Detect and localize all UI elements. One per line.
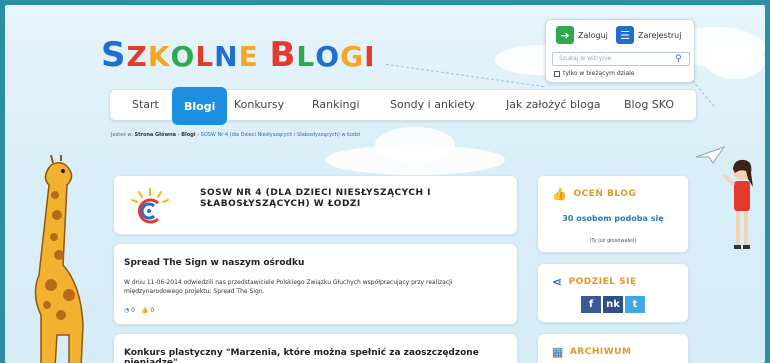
school-logo-icon	[131, 188, 169, 224]
post-excerpt: W dniu 11-06-2014 odwiedzili nas przedst…	[124, 279, 453, 295]
nav-item-jak-zalozyc[interactable]: Jak założyć bloga	[506, 98, 601, 111]
rate-blog-widget: 👍 OCEŃ BLOG 30 osobom podoba się (Ty już…	[537, 175, 689, 253]
breadcrumb-home[interactable]: Strona Główna	[134, 132, 176, 138]
nav-item-blog-sko[interactable]: Blog SKO	[624, 98, 674, 111]
nav-item-start[interactable]: Start	[132, 98, 159, 111]
post-title[interactable]: Spread The Sign w naszym ośrodku	[124, 258, 304, 268]
rate-note: (Ty już głosowałeś)	[589, 238, 637, 244]
comment-icon: ◔	[124, 307, 130, 314]
breadcrumb-separator: ›	[177, 132, 180, 138]
breadcrumb: Jesteś w: Strona Główna › Blogi › SOSW N…	[111, 132, 360, 138]
likes-value: 0	[150, 307, 155, 314]
rate-blog-title: OCEŃ BLOG	[573, 189, 637, 199]
search-scope-option[interactable]: tylko w bieżącym dziale	[554, 70, 634, 77]
post-meta: ◔ 0 👍 0	[124, 307, 154, 314]
archive-heading: ▦ ARCHIWUM	[552, 345, 631, 359]
logo-letter: K	[147, 40, 171, 73]
cloud	[325, 145, 505, 175]
facebook-share-button[interactable]: f	[581, 296, 601, 313]
thumbs-up-icon: 👍	[552, 187, 568, 201]
logo-letter: B	[269, 35, 297, 75]
girl-illustration	[722, 159, 753, 249]
calendar-icon: ▦	[552, 345, 564, 359]
twitter-share-button[interactable]: t	[625, 296, 645, 313]
nav-item-blogi[interactable]: Blogi	[172, 87, 228, 125]
main-nav: Start Blogi Konkursy Rankingi Sondy i an…	[109, 87, 697, 125]
share-buttons: f nk t	[581, 296, 645, 313]
blog-post: Konkurs plastyczny "Marzenia, które możn…	[113, 333, 518, 363]
nk-share-button[interactable]: nk	[603, 296, 623, 313]
logo-letter: S	[101, 35, 127, 75]
site-logo[interactable]: SZKOLNE BLOGI	[101, 35, 376, 75]
rate-likes-count: 30 osobom podoba się	[562, 214, 664, 223]
page: SZKOLNE BLOGI ➔ Zaloguj ☰ Zarejestruj Sz…	[5, 5, 765, 363]
logo-letter: E	[238, 40, 259, 73]
search-scope-checkbox[interactable]	[554, 70, 560, 77]
logo-letter: O	[315, 40, 341, 73]
post-title[interactable]: Konkurs plastyczny "Marzenia, które możn…	[124, 348, 517, 363]
blog-post: Spread The Sign w naszym ośrodku W dniu …	[113, 243, 518, 325]
logo-letter: I	[364, 40, 376, 73]
thumbs-up-icon: 👍	[141, 307, 149, 314]
logo-letter: L	[296, 40, 316, 73]
breadcrumb-blogs[interactable]: Blogi	[181, 132, 195, 138]
share-widget: ⋖ PODZIEL SIĘ f nk t	[537, 263, 689, 323]
comments-count[interactable]: ◔ 0	[124, 307, 135, 314]
archive-title: ARCHIWUM	[569, 347, 632, 357]
search-icon[interactable]: ⚲	[675, 54, 685, 64]
nav-item-sondy[interactable]: Sondy i ankiety	[390, 98, 475, 111]
search-scope-label: tylko w bieżącym dziale	[563, 70, 635, 77]
archive-widget: ▦ ARCHIWUM	[537, 333, 689, 363]
blog-title: SOSW NR 4 (DLA DZIECI NIESŁYSZĄCYCH I SŁ…	[200, 188, 431, 209]
login-icon: ➔	[556, 26, 574, 44]
logo-letter: O	[170, 40, 196, 73]
giraffe-illustration	[34, 155, 84, 363]
logo-letter: G	[340, 40, 365, 73]
share-title: PODZIEL SIĘ	[568, 277, 637, 287]
breadcrumb-separator: ›	[197, 132, 200, 138]
register-icon: ☰	[616, 26, 634, 44]
comments-value: 0	[131, 307, 135, 314]
logo-letter: L	[195, 40, 215, 73]
share-icon: ⋖	[552, 275, 563, 289]
logo-letter	[259, 40, 270, 73]
login-label: Zaloguj	[578, 30, 608, 40]
register-label: Zarejestruj	[638, 30, 682, 40]
blog-header-card: SOSW NR 4 (DLA DZIECI NIESŁYSZĄCYCH I SŁ…	[113, 175, 518, 235]
logo-letter: Z	[126, 40, 148, 73]
login-button[interactable]: ➔ Zaloguj	[556, 26, 608, 44]
logo-letter: N	[214, 40, 239, 73]
rate-blog-heading: 👍 OCEŃ BLOG	[552, 187, 636, 201]
likes-count[interactable]: 👍 0	[141, 307, 154, 314]
nav-item-rankingi[interactable]: Rankingi	[312, 98, 360, 111]
breadcrumb-prefix: Jesteś w:	[111, 132, 133, 138]
search-placeholder: Szukaj w witrynie	[559, 55, 612, 62]
nav-item-konkursy[interactable]: Konkursy	[234, 98, 284, 111]
breadcrumb-current[interactable]: SOSW Nr 4 (dla Dzieci Niesłyszących i Sł…	[201, 132, 361, 138]
share-heading: ⋖ PODZIEL SIĘ	[552, 275, 637, 289]
search-input[interactable]: Szukaj w witrynie ⚲	[552, 52, 690, 66]
login-panel: ➔ Zaloguj ☰ Zarejestruj Szukaj w witryni…	[545, 19, 695, 83]
cloud	[705, 43, 765, 79]
register-button[interactable]: ☰ Zarejestruj	[616, 26, 681, 44]
